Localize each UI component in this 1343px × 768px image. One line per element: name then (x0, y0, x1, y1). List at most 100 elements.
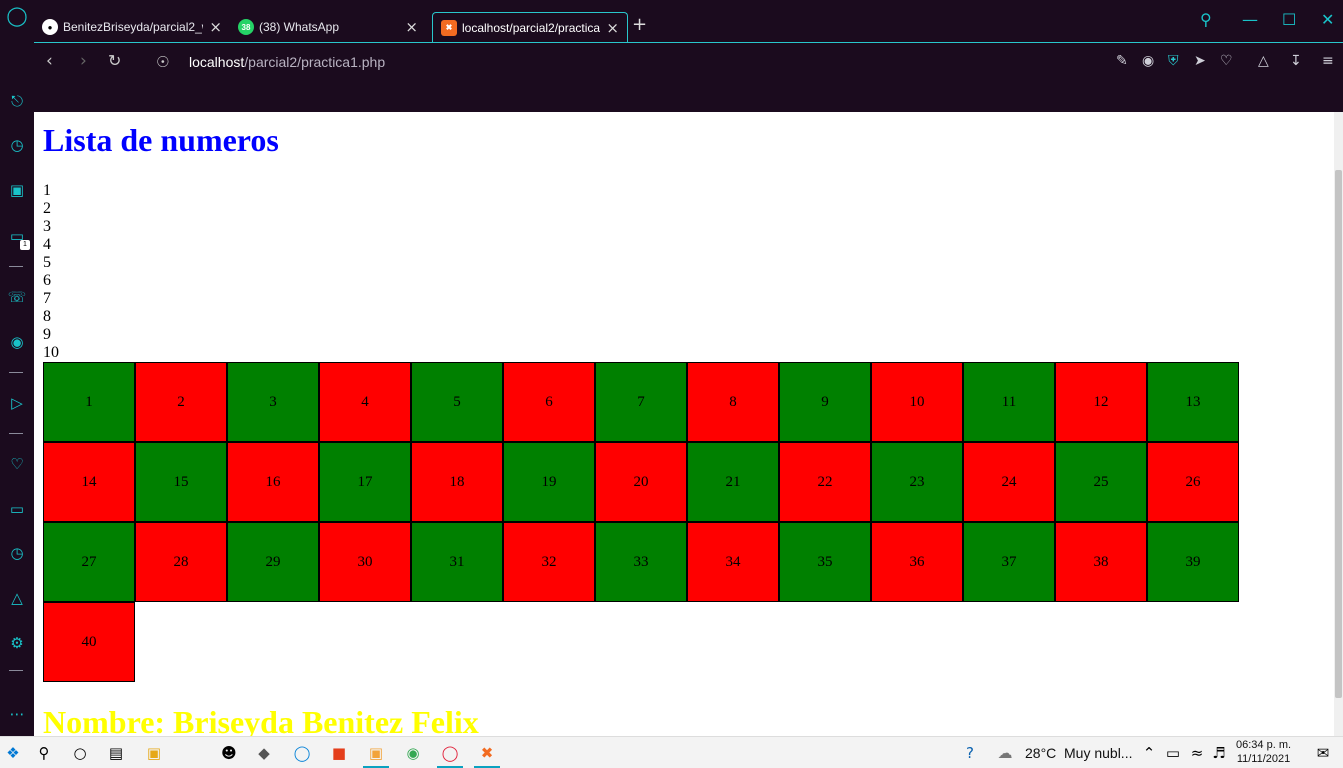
discord-icon[interactable]: ◉ (5, 330, 29, 354)
grid-cell: 17 (319, 442, 411, 522)
grid-cell: 20 (595, 442, 687, 522)
task-view-icon[interactable]: ▤ (106, 743, 126, 763)
grid-cell: 4 (319, 362, 411, 442)
extensions-cube-icon[interactable]: △ (1258, 53, 1269, 69)
extensions-cube-icon[interactable]: △ (5, 586, 29, 610)
whatsapp-icon: 38 (238, 19, 254, 35)
grid-cell: 8 (687, 362, 779, 442)
more-icon[interactable]: ⋯ (5, 702, 29, 726)
github-icon: ● (42, 19, 58, 35)
grid-cell: 11 (963, 362, 1055, 442)
grid-cell: 29 (227, 522, 319, 602)
tab-title: (38) WhatsApp (259, 20, 340, 34)
grid-cell: 10 (871, 362, 963, 442)
sidebar-divider (9, 266, 23, 267)
scrollbar-thumb[interactable] (1335, 170, 1342, 698)
weather-temp[interactable]: 28°C (1025, 745, 1056, 761)
devices-icon[interactable]: ▭ (5, 497, 29, 521)
number-list-item: 10 (43, 344, 59, 361)
reload-icon[interactable]: ↻ (108, 51, 121, 70)
weather-desc[interactable]: Muy nubl... (1064, 745, 1132, 761)
grid-cell: 22 (779, 442, 871, 522)
close-icon[interactable]: × (606, 19, 619, 37)
globe-icon: ☉ (156, 53, 170, 71)
new-tab-icon[interactable]: + (632, 14, 647, 35)
volume-icon[interactable]: ♬ (1209, 743, 1229, 763)
chevron-up-icon[interactable]: ⌃ (1139, 743, 1159, 763)
gamepad-icon[interactable]: ⎋ (5, 89, 29, 113)
number-list-item: 1 (43, 182, 51, 199)
heart-icon[interactable]: ♡ (1220, 53, 1233, 69)
download-icon[interactable]: ↧ (1290, 53, 1302, 69)
windows-start-icon[interactable]: ❖ (3, 743, 23, 763)
clock-time: 06:34 p. m. (1236, 739, 1292, 751)
weather-cloud-icon[interactable]: ☁ (995, 743, 1015, 763)
tab-strip: ● BenitezBriseyda/parcial2_w × 38 (38) W… (34, 0, 1343, 42)
wifi-icon[interactable]: ≈ (1187, 743, 1207, 763)
xampp-icon[interactable]: ✖ (477, 743, 497, 763)
close-icon[interactable]: × (405, 18, 418, 36)
grid-cell: 39 (1147, 522, 1239, 602)
grid-cell: 14 (43, 442, 135, 522)
share-icon[interactable]: ✎ (1116, 53, 1128, 69)
tab-whatsapp[interactable]: 38 (38) WhatsApp × (230, 12, 426, 42)
player-icon[interactable]: ▷ (5, 391, 29, 415)
tab-github[interactable]: ● BenitezBriseyda/parcial2_w × (34, 12, 230, 42)
edge-icon[interactable]: ◯ (292, 743, 312, 763)
browser-sidebar: ◯ ⎋ ◷ ▣ ▭ 1 ☏ ◉ ▷ ♡ ▭ ◷ △ ⚙ ⋯ (0, 0, 34, 736)
camera-icon[interactable]: ◉ (1142, 53, 1154, 69)
close-window-icon[interactable]: ✕ (1321, 10, 1334, 29)
close-icon[interactable]: × (209, 18, 222, 36)
chrome-icon[interactable]: ◉ (403, 743, 423, 763)
heart-icon[interactable]: ♡ (5, 452, 29, 476)
xampp-icon: ✖ (441, 19, 457, 36)
cortana-icon[interactable]: ○ (70, 743, 90, 763)
league-icon[interactable]: ◆ (254, 743, 274, 763)
grid-cell: 30 (319, 522, 411, 602)
easy-setup-icon[interactable]: ≡ (1322, 53, 1334, 69)
maximize-icon[interactable]: ☐ (1282, 10, 1296, 29)
search-tabs-icon[interactable]: ⚲ (1200, 10, 1212, 29)
speedometer-icon[interactable]: ◷ (5, 133, 29, 157)
page-scrollbar[interactable] (1334, 112, 1343, 736)
settings-gear-icon[interactable]: ⚙ (5, 631, 29, 655)
send-icon[interactable]: ➤ (1194, 53, 1206, 69)
notifications-icon[interactable]: ✉ (1313, 743, 1333, 763)
url-field[interactable]: localhost/parcial2/practica1.php (189, 54, 385, 70)
grid-cell: 33 (595, 522, 687, 602)
history-clock-icon[interactable]: ◷ (5, 541, 29, 565)
search-icon[interactable]: ⚲ (34, 743, 54, 763)
grid-cell: 13 (1147, 362, 1239, 442)
battery-icon[interactable]: ▭ (1163, 743, 1183, 763)
clock-date: 11/11/2021 (1236, 753, 1291, 765)
grid-cell: 12 (1055, 362, 1147, 442)
grid-cell: 40 (43, 602, 135, 682)
whatsapp-icon[interactable]: ☏ (5, 285, 29, 309)
grid-cell: 2 (135, 362, 227, 442)
grid-cell: 34 (687, 522, 779, 602)
opera-icon[interactable]: ◯ (440, 743, 460, 763)
number-list-item: 8 (43, 308, 51, 325)
back-icon[interactable]: ‹ (46, 51, 53, 71)
windows-taskbar: ❖ ⚲ ○ ▤ ▣ ☻ ◆ ◯ ■ ▣ ◉ ◯ ✖ ? ☁ 28°C Muy n… (0, 736, 1343, 768)
tab-localhost[interactable]: ✖ localhost/parcial2/practica1 × (432, 12, 628, 42)
grid-cell: 16 (227, 442, 319, 522)
vpn-shield-icon[interactable]: ⛨ (1168, 53, 1179, 69)
grid-cell: 18 (411, 442, 503, 522)
grid-cell: 31 (411, 522, 503, 602)
app-icon[interactable]: ☻ (219, 743, 239, 763)
page-viewport: Lista de numeros 1 2 3 4 5 6 7 8 9 10 1 2 3 4 5 6 7 8 9 10… (34, 112, 1343, 736)
minimize-icon[interactable]: — (1242, 10, 1258, 29)
clock[interactable]: 06:34 p. m. 11/11/2021 (1236, 738, 1291, 766)
briefcase-icon[interactable]: ▣ (5, 178, 29, 202)
twitch-badge: 1 (20, 240, 30, 250)
file-explorer-icon[interactable]: ▣ (144, 743, 164, 763)
help-icon[interactable]: ? (960, 743, 980, 763)
number-list-item: 9 (43, 326, 51, 343)
number-list-item: 5 (43, 254, 51, 271)
forward-icon[interactable]: › (80, 51, 87, 71)
office-icon[interactable]: ■ (329, 743, 349, 763)
opera-logo-icon[interactable]: ◯ (5, 4, 29, 28)
grid-cell: 5 (411, 362, 503, 442)
sublime-icon[interactable]: ▣ (366, 743, 386, 763)
